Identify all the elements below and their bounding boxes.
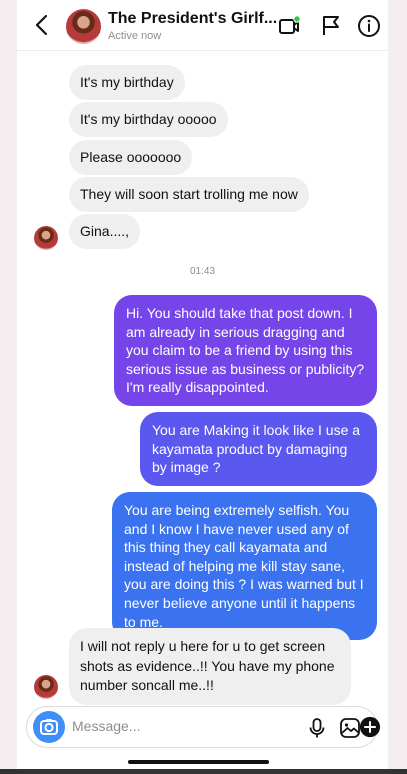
home-indicator bbox=[128, 760, 269, 764]
bottom-edge bbox=[0, 769, 407, 774]
sender-avatar[interactable] bbox=[34, 675, 58, 699]
camera-button[interactable] bbox=[33, 711, 65, 743]
incoming-message[interactable]: Gina...., bbox=[69, 214, 141, 249]
outgoing-message[interactable]: You are Making it look like I use a kaya… bbox=[140, 412, 377, 486]
incoming-message[interactable]: I will not reply u here for u to get scr… bbox=[69, 628, 351, 705]
chat-screen: The President's Girlf... Active now It's… bbox=[17, 0, 388, 774]
incoming-message[interactable]: It's my birthday bbox=[69, 65, 185, 100]
incoming-message[interactable]: It's my birthday ooooo bbox=[69, 102, 228, 137]
incoming-message[interactable]: They will soon start trolling me now bbox=[69, 177, 309, 212]
microphone-icon[interactable] bbox=[305, 716, 329, 740]
contact-name[interactable]: The President's Girlf... bbox=[108, 10, 277, 28]
camera-icon bbox=[40, 719, 58, 735]
outgoing-message[interactable]: You are being extremely selfish. You and… bbox=[112, 492, 377, 641]
back-arrow-icon[interactable] bbox=[31, 12, 55, 38]
add-icon[interactable] bbox=[359, 716, 381, 738]
info-icon[interactable] bbox=[357, 14, 381, 38]
outgoing-message[interactable]: Hi. You should take that post down. I am… bbox=[114, 295, 377, 406]
flag-icon[interactable] bbox=[319, 14, 343, 38]
message-input[interactable]: Message... bbox=[72, 718, 140, 734]
chat-header: The President's Girlf... Active now bbox=[17, 0, 388, 51]
timestamp: 01:43 bbox=[189, 266, 216, 277]
video-call-icon[interactable] bbox=[277, 14, 301, 38]
incoming-message[interactable]: Please ooooooo bbox=[69, 140, 193, 175]
contact-avatar[interactable] bbox=[66, 9, 101, 44]
active-status: Active now bbox=[108, 30, 162, 42]
message-composer: Message... bbox=[26, 706, 378, 748]
sender-avatar[interactable] bbox=[34, 226, 58, 250]
